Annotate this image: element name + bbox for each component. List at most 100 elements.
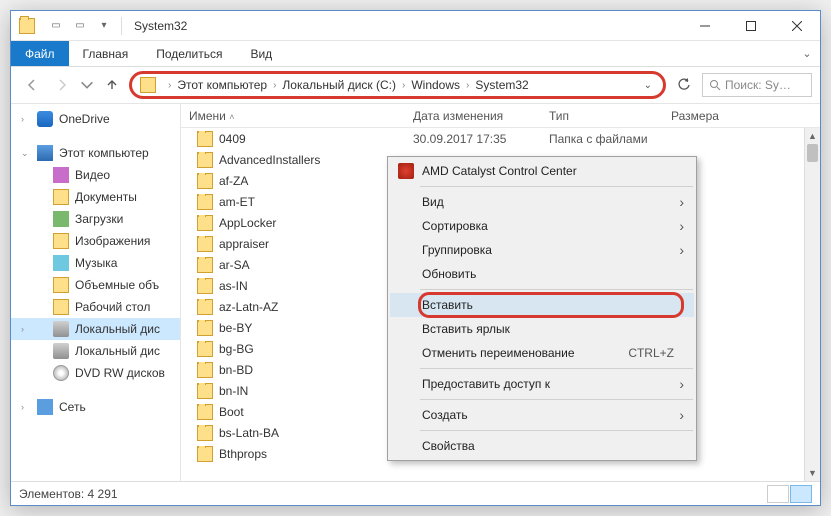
cm-create[interactable]: Создать	[390, 403, 694, 427]
sidebar-item[interactable]: DVD RW дисков	[11, 362, 180, 384]
separator	[420, 430, 693, 431]
qat-newfolder-icon[interactable]: ▭	[69, 15, 91, 37]
chevron-right-icon: ›	[21, 114, 24, 124]
sidebar-item[interactable]: Изображения	[11, 230, 180, 252]
folder-icon	[197, 173, 213, 189]
cm-view[interactable]: Вид	[390, 190, 694, 214]
folder-icon	[197, 320, 213, 336]
chevron-right-icon[interactable]: ›	[466, 80, 469, 91]
separator	[420, 399, 693, 400]
separator	[121, 17, 122, 35]
scroll-thumb[interactable]	[807, 144, 818, 162]
cm-undo-rename[interactable]: Отменить переименованиеCTRL+Z	[390, 341, 694, 365]
sidebar-item[interactable]: Рабочий стол	[11, 296, 180, 318]
sidebar-item[interactable]: Объемные объ	[11, 274, 180, 296]
maximize-button[interactable]	[728, 11, 774, 41]
explorer-window: ▭ ▭ ▾ System32 Файл Главная Поделиться В…	[10, 10, 821, 506]
folder-icon	[197, 383, 213, 399]
folder-icon	[197, 194, 213, 210]
minimize-button[interactable]	[682, 11, 728, 41]
folder-icon	[197, 299, 213, 315]
sidebar-item[interactable]: Документы	[11, 186, 180, 208]
nav-recent-dropdown[interactable]	[79, 72, 95, 98]
address-bar[interactable]: › Этот компьютер › Локальный диск (C:) ›…	[129, 71, 666, 99]
nav-up-button[interactable]	[99, 72, 125, 98]
view-details-button[interactable]	[767, 485, 789, 503]
nav-sidebar: ›OneDrive ⌄Этот компьютер ВидеоДокументы…	[11, 104, 181, 481]
nav-forward-button[interactable]	[49, 72, 75, 98]
chevron-right-icon[interactable]: ›	[168, 80, 171, 91]
close-button[interactable]	[774, 11, 820, 41]
sidebar-item[interactable]: Загрузки	[11, 208, 180, 230]
chevron-right-icon: ›	[21, 324, 24, 334]
cm-shortcut: CTRL+Z	[628, 346, 674, 360]
folder-icon	[197, 278, 213, 294]
search-input[interactable]: Поиск: Sy…	[702, 73, 812, 97]
scroll-down-icon[interactable]: ▼	[805, 465, 820, 481]
folder-icon	[197, 152, 213, 168]
cm-group[interactable]: Группировка	[390, 238, 694, 262]
breadcrumb-item[interactable]: Этот компьютер	[177, 78, 267, 92]
ribbon-tab-home[interactable]: Главная	[69, 41, 143, 66]
folder-icon	[197, 236, 213, 252]
column-size[interactable]: Размера	[663, 109, 820, 123]
ribbon: Файл Главная Поделиться Вид ⌄	[11, 41, 820, 67]
breadcrumb-item[interactable]: Windows	[411, 78, 460, 92]
quick-access-toolbar: ▭ ▭ ▾	[45, 15, 115, 37]
ribbon-tab-view[interactable]: Вид	[236, 41, 286, 66]
file-row[interactable]: 040930.09.2017 17:35Папка с файлами	[181, 128, 820, 149]
pc-icon	[37, 145, 53, 161]
cm-sort[interactable]: Сортировка	[390, 214, 694, 238]
search-icon	[709, 79, 721, 91]
breadcrumb-item[interactable]: Локальный диск (C:)	[282, 78, 396, 92]
sidebar-item[interactable]: Видео	[11, 164, 180, 186]
window-title: System32	[134, 19, 187, 33]
sidebar-thispc[interactable]: ⌄Этот компьютер	[11, 142, 180, 164]
qat-properties-icon[interactable]: ▭	[45, 15, 67, 37]
column-date[interactable]: Дата изменения	[405, 109, 541, 123]
address-bar-row: › Этот компьютер › Локальный диск (C:) ›…	[11, 67, 820, 103]
view-large-button[interactable]	[790, 485, 812, 503]
cm-paste[interactable]: Вставить	[390, 293, 694, 317]
chevron-right-icon[interactable]: ›	[273, 80, 276, 91]
scrollbar[interactable]: ▲ ▼	[804, 128, 820, 481]
column-type[interactable]: Тип	[541, 109, 663, 123]
folder-icon	[19, 18, 35, 34]
item-icon	[53, 233, 69, 249]
cm-amd[interactable]: AMD Catalyst Control Center	[390, 159, 694, 183]
sidebar-onedrive[interactable]: ›OneDrive	[11, 108, 180, 130]
cm-properties[interactable]: Свойства	[390, 434, 694, 458]
sidebar-network[interactable]: ›Сеть	[11, 396, 180, 418]
qat-dropdown-icon[interactable]: ▾	[93, 15, 115, 37]
nav-back-button[interactable]	[19, 72, 45, 98]
chevron-right-icon[interactable]: ›	[402, 80, 405, 91]
item-icon	[53, 167, 69, 183]
sidebar-item[interactable]: Локальный дис	[11, 340, 180, 362]
status-bar: Элементов: 4 291	[11, 481, 820, 505]
search-placeholder: Поиск: Sy…	[725, 78, 791, 92]
separator	[420, 368, 693, 369]
view-switcher	[767, 485, 812, 503]
refresh-button[interactable]	[673, 74, 695, 96]
ribbon-file-tab[interactable]: Файл	[11, 41, 69, 66]
separator	[420, 289, 693, 290]
ribbon-expand-icon[interactable]: ⌄	[794, 41, 820, 66]
sidebar-item[interactable]: ›Локальный дис	[11, 318, 180, 340]
sidebar-item[interactable]: Музыка	[11, 252, 180, 274]
ribbon-tab-share[interactable]: Поделиться	[142, 41, 236, 66]
item-icon	[53, 365, 69, 381]
item-icon	[53, 189, 69, 205]
item-icon	[53, 321, 69, 337]
cm-refresh[interactable]: Обновить	[390, 262, 694, 286]
cloud-icon	[37, 111, 53, 127]
breadcrumb-item[interactable]: System32	[475, 78, 528, 92]
column-name[interactable]: Имени ˄	[181, 109, 405, 123]
scroll-track[interactable]	[805, 144, 820, 465]
cm-share[interactable]: Предоставить доступ к	[390, 372, 694, 396]
item-icon	[53, 277, 69, 293]
folder-icon	[197, 215, 213, 231]
address-dropdown-icon[interactable]: ⌄	[641, 80, 655, 91]
scroll-up-icon[interactable]: ▲	[805, 128, 820, 144]
cm-paste-shortcut[interactable]: Вставить ярлык	[390, 317, 694, 341]
folder-icon	[197, 131, 213, 147]
